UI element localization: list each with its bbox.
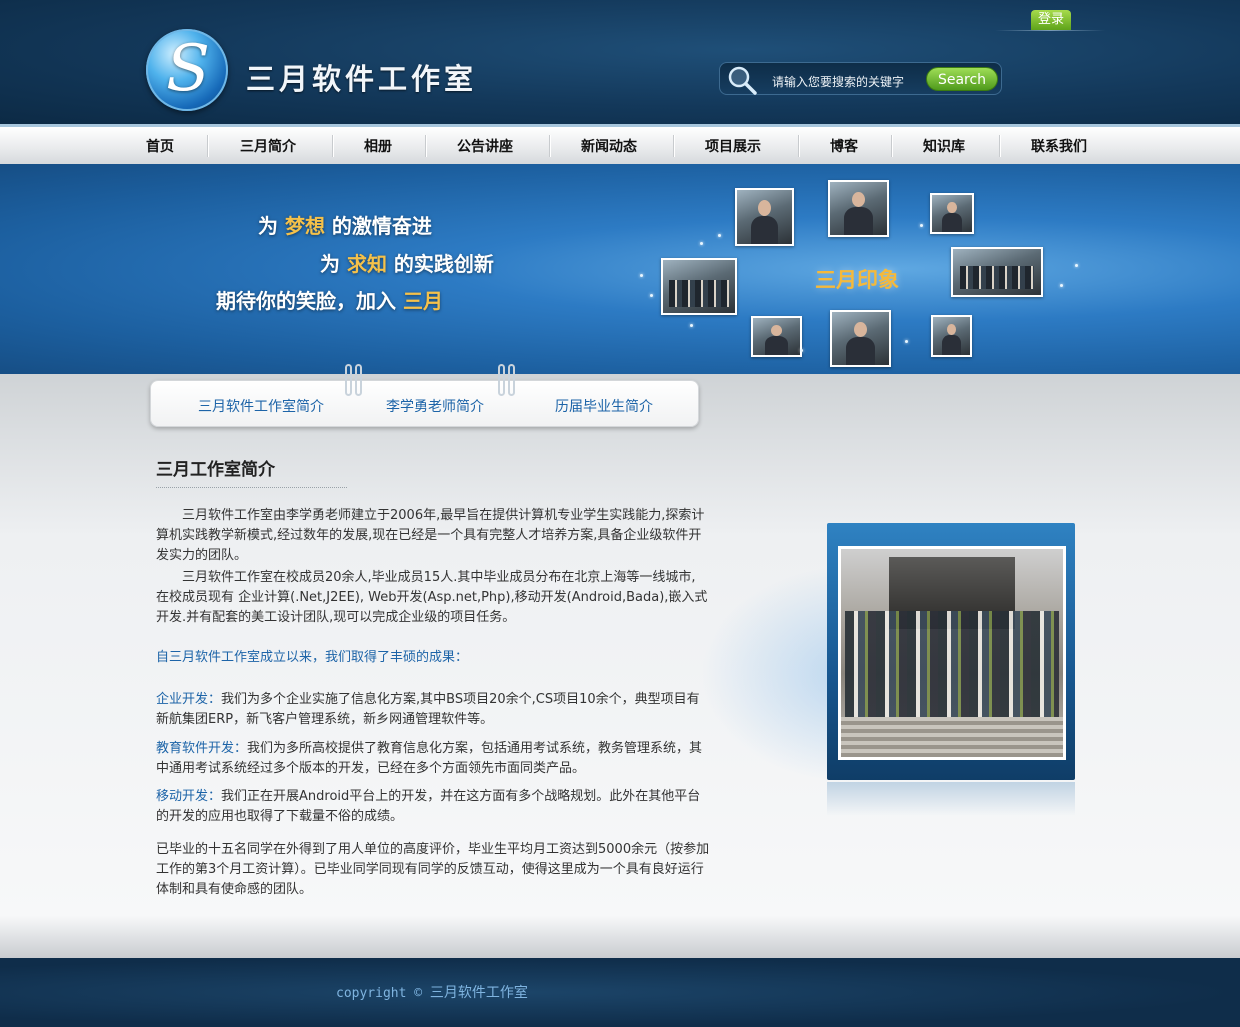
achievements-intro: 自三月软件工作室成立以来，我们取得了丰硕的成果： — [156, 650, 469, 665]
sparkle — [718, 234, 721, 237]
sparkle — [1075, 264, 1078, 267]
nav-divider — [673, 135, 674, 157]
nav-divider — [798, 135, 799, 157]
nav-item-about[interactable]: 三月简介 — [240, 136, 296, 156]
intro-paragraph: 三月软件工作室由李学勇老师建立于2006年,最早旨在提供计算机专业学生实践能力,… — [156, 508, 705, 563]
sparkle — [690, 324, 693, 327]
member-photo[interactable] — [930, 193, 974, 234]
nav-divider — [891, 135, 892, 157]
nav-divider — [549, 135, 550, 157]
search-input[interactable]: 请输入您要搜索的关键字 — [772, 73, 904, 90]
nav-divider — [999, 135, 1000, 157]
search-icon[interactable] — [726, 64, 758, 96]
member-photo[interactable] — [735, 188, 794, 246]
slogan-line-2: 为 求知 的实践创新 — [320, 252, 494, 276]
members-paragraph: 三月软件工作室在校成员20余人,毕业成员15人.其中毕业成员分布在北京上海等一线… — [156, 570, 708, 625]
nav-item-knowledge[interactable]: 知识库 — [923, 136, 965, 156]
nav-item-contact[interactable]: 联系我们 — [1031, 136, 1087, 156]
site-header: S 三月软件工作室 登录 请输入您要搜索的关键字 Search — [0, 0, 1240, 124]
achievement-item: 移动开发：我们正在开展Android平台上的开发，并在这方面有多个战略规划。此外… — [156, 789, 701, 824]
achievement-item: 教育软件开发：我们为多所高校提供了教育信息化方案，包括通用考试系统，教务管理系统… — [156, 741, 703, 776]
member-photo[interactable] — [828, 180, 889, 237]
logo-icon[interactable]: S — [146, 29, 228, 111]
member-photo[interactable] — [751, 316, 802, 357]
footer-shadow — [0, 916, 1240, 958]
team-photo-frame — [827, 523, 1075, 780]
search-button[interactable]: Search — [926, 67, 998, 91]
sparkle — [920, 224, 923, 227]
nav-item-notices[interactable]: 公告讲座 — [457, 136, 513, 156]
nav-divider — [425, 135, 426, 157]
sparkle — [640, 274, 643, 277]
binder-clip-icon — [345, 364, 362, 396]
slogan-line-3: 期待你的笑脸，加入 三月 — [216, 289, 443, 313]
member-photo[interactable] — [931, 315, 972, 357]
nav-item-blog[interactable]: 博客 — [830, 136, 858, 156]
group-photo[interactable] — [661, 258, 737, 315]
divider — [995, 30, 1105, 31]
closing-paragraph: 已毕业的十五名同学在外得到了用人单位的高度评价，毕业生平均月工资达到5000余元… — [156, 842, 710, 897]
logo-letter: S — [166, 32, 210, 106]
nav-item-album[interactable]: 相册 — [364, 136, 392, 156]
group-photo[interactable] — [951, 247, 1043, 297]
page-title: 三月工作室简介 — [156, 460, 275, 480]
slogan-line-1: 为 梦想 的激情奋进 — [258, 214, 432, 238]
sparkle — [700, 242, 703, 245]
nav-divider — [332, 135, 333, 157]
tab-teacher-intro[interactable]: 李学勇老师简介 — [386, 396, 484, 416]
divider — [156, 487, 347, 488]
site-footer: copyright © 三月软件工作室 — [0, 958, 1240, 1027]
hero-banner: 为 梦想 的激情奋进 为 求知 的实践创新 期待你的笑脸，加入 三月 三月印象 — [0, 164, 1240, 374]
search-bar: 请输入您要搜索的关键字 Search — [719, 62, 1002, 95]
photo-reflection — [827, 782, 1075, 816]
login-button[interactable]: 登录 — [1031, 10, 1071, 30]
nav-item-projects[interactable]: 项目展示 — [705, 136, 761, 156]
intro-tabs: 三月软件工作室简介 李学勇老师简介 历届毕业生简介 — [150, 364, 699, 427]
nav-divider — [207, 135, 208, 157]
nav-item-home[interactable]: 首页 — [146, 136, 174, 156]
tab-graduates-intro[interactable]: 历届毕业生简介 — [555, 396, 653, 416]
copyright: copyright © 三月软件工作室 — [336, 985, 528, 1001]
sparkle — [800, 349, 803, 352]
main-nav: 首页 三月简介 相册 公告讲座 新闻动态 项目展示 博客 知识库 联系我们 — [0, 124, 1240, 164]
team-photo[interactable] — [838, 546, 1066, 760]
member-photo[interactable] — [830, 310, 891, 367]
sparkle — [1060, 284, 1063, 287]
achievement-item: 企业开发：我们为多个企业实施了信息化方案,其中BS项目20余个,CS项目10余个… — [156, 692, 700, 727]
site-name[interactable]: 三月软件工作室 — [246, 56, 477, 98]
sparkle — [650, 294, 653, 297]
binder-clip-icon — [498, 364, 515, 396]
sparkle — [905, 340, 908, 343]
impression-label[interactable]: 三月印象 — [815, 264, 899, 294]
content-area: 三月软件工作室简介 李学勇老师简介 历届毕业生简介 三月工作室简介 三月软件工作… — [0, 364, 1240, 916]
tab-studio-intro[interactable]: 三月软件工作室简介 — [198, 396, 324, 416]
nav-item-news[interactable]: 新闻动态 — [581, 136, 637, 156]
